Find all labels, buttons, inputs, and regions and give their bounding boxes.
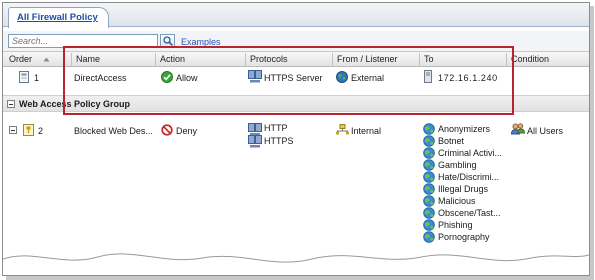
- search-toolbar: Examples: [3, 31, 589, 51]
- url-category-icon: [423, 207, 435, 219]
- destination-label: Botnet: [438, 136, 465, 146]
- destination-label: Phishing: [438, 220, 473, 230]
- column-divider: [419, 53, 420, 66]
- deny-icon: [161, 124, 173, 136]
- search-icon: [163, 36, 173, 46]
- url-category-icon: [423, 171, 435, 183]
- column-divider: [332, 53, 333, 66]
- destination-label: Criminal Activi...: [438, 148, 503, 158]
- tab-all-firewall-policy[interactable]: All Firewall Policy: [8, 7, 109, 28]
- destination-label: Pornography: [438, 232, 490, 242]
- column-header-condition[interactable]: Condition: [511, 54, 549, 64]
- destination-label: Illegal Drugs: [438, 184, 489, 194]
- server-protocol-icon: [248, 70, 262, 83]
- url-category-icon: [423, 135, 435, 147]
- url-category-icon: [423, 123, 435, 135]
- column-header-name[interactable]: Name: [76, 54, 100, 64]
- rule-icon: [19, 71, 29, 83]
- sort-ascending-icon: [43, 57, 50, 62]
- column-divider: [155, 53, 156, 66]
- rule-action: Allow: [176, 73, 198, 83]
- destination-label: Gambling: [438, 160, 477, 170]
- rule-protocol: HTTPS: [264, 136, 294, 146]
- column-divider: [245, 53, 246, 66]
- users-icon: [511, 123, 525, 135]
- rule-from: External: [351, 73, 385, 83]
- column-header-to[interactable]: To: [424, 54, 434, 64]
- tab-bar: All Firewall Policy: [3, 3, 589, 28]
- collapse-icon[interactable]: [7, 100, 15, 108]
- url-category-icon: [423, 195, 435, 207]
- destination-label: Obscene/Tast...: [438, 208, 501, 218]
- column-header-from-listener[interactable]: From / Listener: [337, 54, 398, 64]
- url-category-icon: [423, 147, 435, 159]
- rule-from: Internal: [351, 126, 382, 136]
- torn-edge-decoration: [3, 253, 589, 275]
- rule-destination: 172.16.1.240: [438, 73, 498, 83]
- firewall-policy-window: All Firewall Policy Examples Order Name …: [2, 2, 590, 276]
- computer-icon: [424, 70, 432, 83]
- group-title: Web Access Policy Group: [19, 99, 131, 109]
- rule-order: 1: [34, 73, 40, 83]
- search-input[interactable]: [8, 34, 158, 48]
- search-button[interactable]: [160, 34, 175, 48]
- column-header-action[interactable]: Action: [160, 54, 185, 64]
- rule-condition: All Users: [527, 126, 564, 136]
- column-header-row: Order Name Action Protocols From / Liste…: [3, 51, 589, 67]
- column-header-protocols[interactable]: Protocols: [250, 54, 288, 64]
- rule-action: Deny: [176, 126, 198, 136]
- url-category-icon: [423, 231, 435, 243]
- rule-icon: [23, 124, 34, 136]
- rule-name: Blocked Web Des...: [74, 126, 153, 136]
- policy-group-row[interactable]: Web Access Policy Group: [3, 95, 589, 112]
- destination-label: Hate/Discrimi...: [438, 172, 500, 182]
- examples-link[interactable]: Examples: [181, 37, 221, 47]
- destination-label: Malicious: [438, 196, 476, 206]
- allow-check-icon: [161, 71, 173, 83]
- rule-protocol: HTTP: [264, 123, 288, 133]
- network-icon: [336, 124, 349, 135]
- url-category-icon: [423, 183, 435, 195]
- url-category-icon: [423, 159, 435, 171]
- column-divider: [71, 53, 72, 66]
- column-header-order[interactable]: Order: [9, 54, 32, 64]
- column-divider: [506, 53, 507, 66]
- url-category-icon: [423, 219, 435, 231]
- rule-protocol: HTTPS Server: [264, 73, 323, 83]
- rule-order: 2: [38, 126, 44, 136]
- collapse-icon[interactable]: [9, 126, 17, 134]
- destination-label: Anonymizers: [438, 124, 491, 134]
- globe-icon: [336, 71, 348, 83]
- server-protocol-icon: [248, 135, 262, 148]
- rule-name: DirectAccess: [74, 73, 127, 83]
